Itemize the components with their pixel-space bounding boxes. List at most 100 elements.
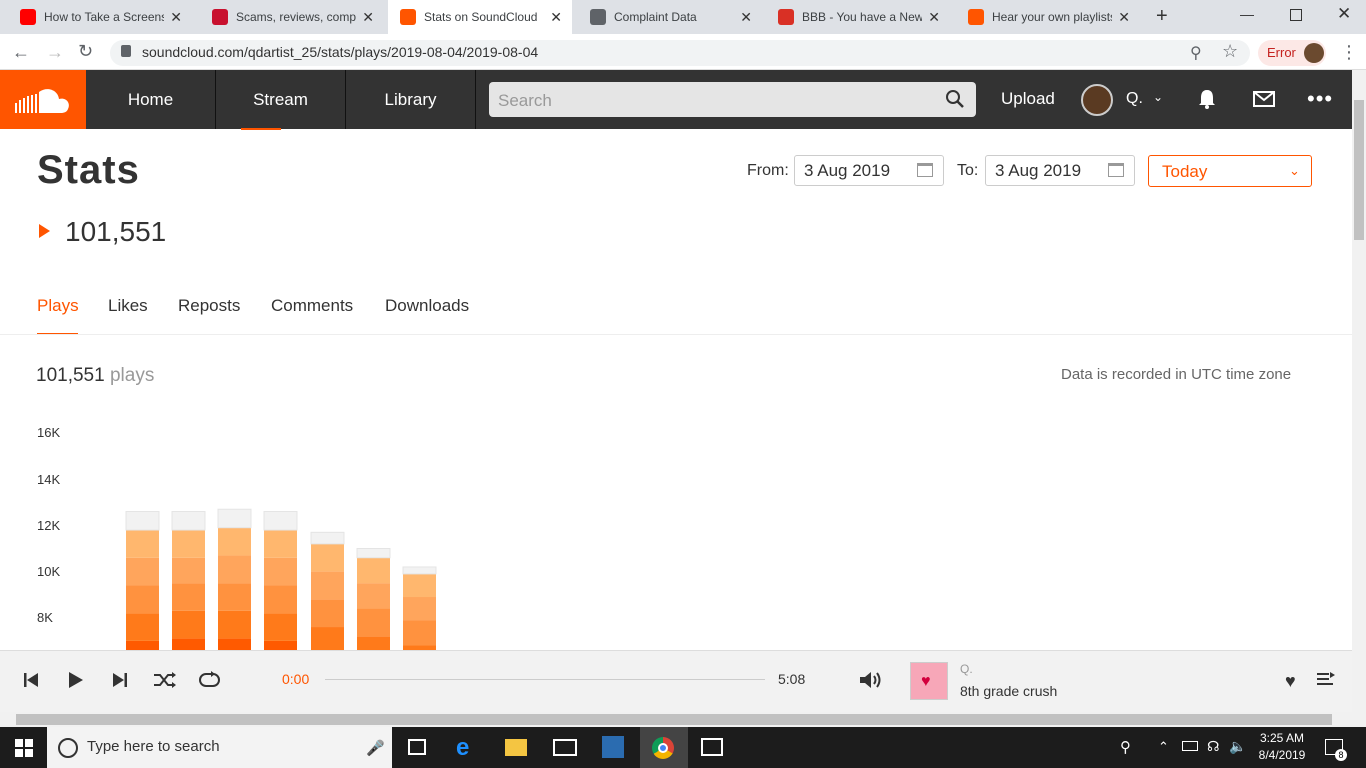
battery-icon[interactable] [1182,741,1198,751]
mail-app-icon[interactable] [553,739,577,756]
chart-bar-segment[interactable] [264,557,297,586]
calendar-icon[interactable] [917,163,933,177]
tab-reposts[interactable]: Reposts [178,296,240,316]
browser-tab[interactable]: Complaint Data ✕ [578,0,762,34]
bell-icon[interactable] [1197,88,1217,115]
chart-bar-segment[interactable] [171,511,206,531]
vertical-scrollbar[interactable] [1352,70,1366,727]
chart-bar-segment[interactable] [310,531,345,545]
taskbar-search-input[interactable]: Type here to search [47,727,392,768]
chart-bar-segment[interactable] [126,530,159,558]
search-icon[interactable] [945,89,965,114]
chart-bar-segment[interactable] [357,636,390,650]
chart-bar-segment[interactable] [263,511,298,531]
more-icon[interactable]: ••• [1307,86,1333,112]
horizontal-scrollbar[interactable] [0,712,1352,727]
chart-bar-segment[interactable] [126,640,159,650]
chart-bar-segment[interactable] [218,638,251,650]
store-icon[interactable] [602,736,624,758]
chart-bar-segment[interactable] [264,640,297,650]
clock-date[interactable]: 8/4/2019 [1256,748,1308,762]
microphone-icon[interactable]: 🎤 [366,739,385,757]
chart-bar-segment[interactable] [126,557,159,586]
chevron-down-icon[interactable]: ⌄ [1153,90,1163,104]
chart-bar-segment[interactable] [172,557,205,584]
chart-bar-segment[interactable] [403,597,436,621]
tray-up-icon[interactable]: ⌃ [1158,739,1169,755]
chart-bar-segment[interactable] [264,585,297,614]
nav-stream[interactable]: Stream [216,70,346,129]
volume-icon[interactable] [859,670,883,695]
chart-bar-segment[interactable] [311,627,344,650]
menu-dots-icon[interactable]: ⋮ [1340,42,1358,63]
close-window-icon[interactable]: ✕ [1337,4,1351,24]
restore-icon[interactable] [1290,9,1302,21]
upload-link[interactable]: Upload [1001,89,1055,109]
chart-bar-segment[interactable] [311,571,344,600]
star-icon[interactable]: ☆ [1222,41,1238,62]
photos-icon[interactable] [701,738,723,756]
tab-plays[interactable]: Plays [37,296,79,316]
chart-bar-segment[interactable] [172,530,205,558]
calendar-icon[interactable] [1108,163,1124,177]
chart-bar-segment[interactable] [311,599,344,628]
zoom-icon[interactable]: ⚲ [1190,43,1202,63]
forward-icon[interactable]: → [46,42,64,63]
previous-icon[interactable] [23,672,39,693]
track-title[interactable]: 8th grade crush [960,683,1057,699]
scroll-thumb[interactable] [16,714,1332,725]
browser-tab[interactable]: Scams, reviews, compla ✕ [200,0,384,34]
back-icon[interactable]: ← [12,42,30,63]
chart-bar-segment[interactable] [218,527,251,556]
progress-bar[interactable] [325,679,765,680]
windows-start-icon[interactable] [15,739,33,762]
chrome-icon[interactable] [652,737,674,759]
chart-bar-segment[interactable] [357,608,390,637]
profile-avatar[interactable] [1304,43,1324,63]
browser-tab[interactable]: Hear your own playlists ✕ [956,0,1140,34]
browser-tab[interactable]: How to Take a Screensh ✕ [8,0,192,34]
search-input[interactable]: Search [489,82,976,117]
close-tab-icon[interactable]: ✕ [170,9,182,26]
chart-bar-segment[interactable] [172,638,205,650]
like-heart-icon[interactable]: ♥ [1285,671,1296,692]
tab-comments[interactable]: Comments [271,296,353,316]
chart-bar-segment[interactable] [403,573,436,598]
queue-icon[interactable] [1317,671,1335,692]
chart-bar-segment[interactable] [217,508,252,529]
nav-home[interactable]: Home [86,70,216,129]
people-icon[interactable]: ⚲ [1120,738,1131,756]
chart-bar-segment[interactable] [172,610,205,639]
wifi-icon[interactable]: ☊ [1207,738,1219,755]
chart-bar-segment[interactable] [218,610,251,639]
mail-icon[interactable] [1253,91,1275,112]
chart-bar-segment[interactable] [218,583,251,611]
edge-icon[interactable]: e [456,734,469,762]
close-tab-icon[interactable]: ✕ [550,9,562,26]
nav-library[interactable]: Library [346,70,476,129]
chart-bar-segment[interactable] [172,583,205,611]
url-text[interactable]: soundcloud.com/qdartist_25/stats/plays/2… [142,44,538,60]
close-tab-icon[interactable]: ✕ [740,9,752,26]
chart-bar-segment[interactable] [126,613,159,641]
file-explorer-icon[interactable] [505,739,527,756]
clock-time[interactable]: 3:25 AM [1258,731,1306,745]
chart-bar-segment[interactable] [402,566,437,575]
chart-bar-segment[interactable] [357,557,390,584]
close-tab-icon[interactable]: ✕ [1118,9,1130,26]
browser-tab[interactable]: BBB - You have a New N ✕ [766,0,950,34]
user-avatar[interactable] [1081,84,1113,116]
scroll-thumb[interactable] [1354,100,1364,240]
range-select[interactable]: Today [1148,155,1312,187]
chevron-down-icon[interactable]: ⌄ [1289,163,1300,179]
track-artwork[interactable]: ♥ [910,662,948,700]
chart-bar-segment[interactable] [125,511,160,531]
browser-tab[interactable]: Stats on SoundCloud ✕ [388,0,572,34]
close-tab-icon[interactable]: ✕ [928,9,940,26]
chart-bar-segment[interactable] [264,613,297,641]
chart-bar-segment[interactable] [403,620,436,646]
shuffle-icon[interactable] [153,671,177,694]
tab-likes[interactable]: Likes [108,296,148,316]
reload-icon[interactable]: ↻ [78,41,93,62]
track-artist[interactable]: Q. [960,662,973,676]
